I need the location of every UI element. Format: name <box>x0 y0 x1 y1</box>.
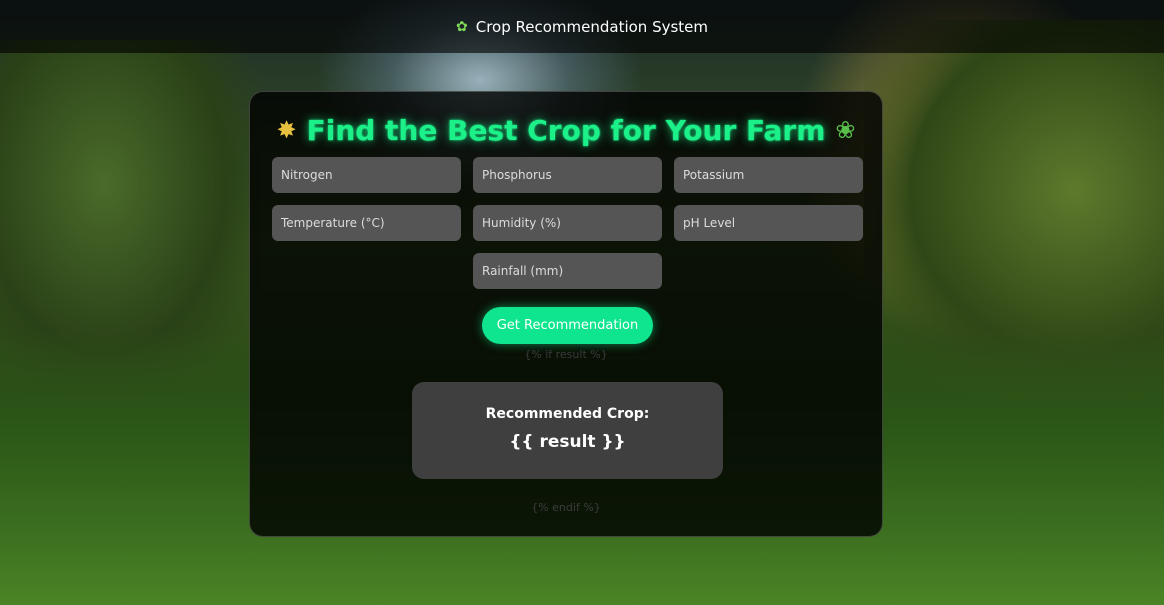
app-title: Crop Recommendation System <box>475 17 709 36</box>
phosphorus-input[interactable]: Phosphorus <box>473 157 662 193</box>
potassium-input[interactable]: Potassium <box>674 157 863 193</box>
recommendation-form-card: ✸ Find the Best Crop for Your Farm ❀ Nitro… <box>249 91 883 537</box>
ph-level-input[interactable]: pH Level <box>674 205 863 241</box>
result-panel: Recommended Crop: {{ result }} <box>412 382 723 479</box>
seedling-icon: ❀ <box>835 116 856 144</box>
corn-icon: ✸ <box>276 116 297 144</box>
temperature-input[interactable]: Temperature (°C) <box>272 205 461 241</box>
result-label: Recommended Crop: <box>485 406 650 422</box>
template-if-tag: {% if result %} <box>524 348 608 361</box>
form-heading-text: Find the Best Crop for Your Farm <box>306 114 826 147</box>
template-endif-tag: {% endif %} <box>531 501 601 514</box>
herb-icon: ✿ <box>455 18 468 35</box>
nitrogen-input[interactable]: Nitrogen <box>272 157 461 193</box>
result-value: {{ result }} <box>509 432 626 452</box>
rainfall-input[interactable]: Rainfall (mm) <box>473 253 662 289</box>
humidity-input[interactable]: Humidity (%) <box>473 205 662 241</box>
get-recommendation-button[interactable]: Get Recommendation <box>482 307 653 344</box>
form-heading: ✸ Find the Best Crop for Your Farm ❀ <box>250 114 882 147</box>
top-navbar: ✿ Crop Recommendation System <box>0 0 1164 53</box>
